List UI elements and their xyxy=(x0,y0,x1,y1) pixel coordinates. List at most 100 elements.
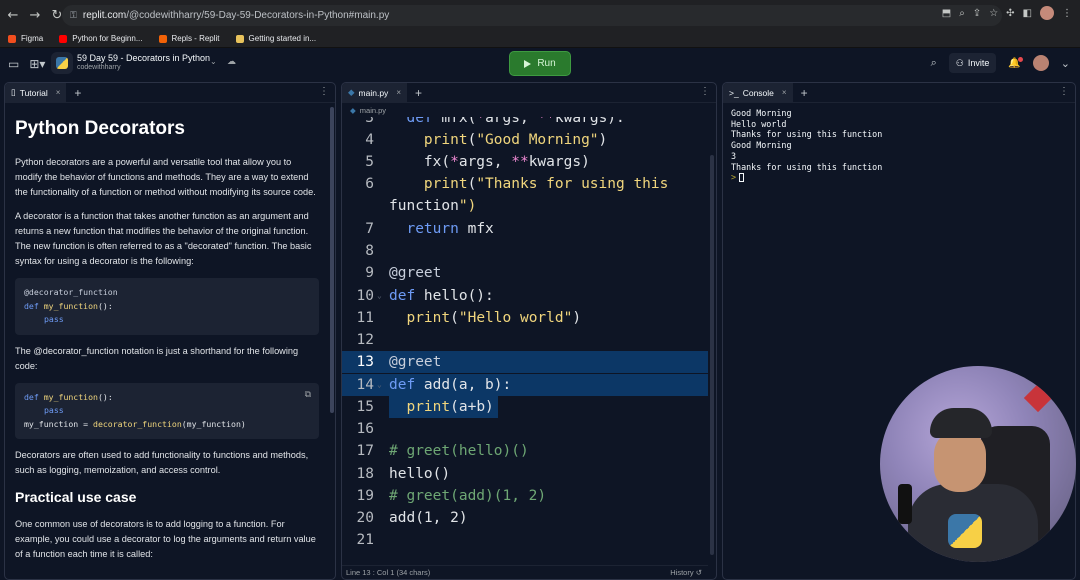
tab-main-py[interactable]: ◆ main.py × xyxy=(342,83,407,103)
line-number: 3 xyxy=(365,117,374,126)
extensions-icon[interactable]: ✣ xyxy=(1006,8,1014,19)
code-line[interactable]: 7 return mfx xyxy=(342,218,708,240)
tab-console[interactable]: >_ Console × xyxy=(723,83,793,103)
close-icon[interactable]: × xyxy=(782,88,787,97)
code-line[interactable]: 18 hello() xyxy=(342,463,708,485)
code-text: @greet xyxy=(389,354,442,370)
share-icon[interactable]: ⇪ xyxy=(973,8,981,19)
figma-icon xyxy=(8,34,16,43)
repl-title[interactable]: 59 Day 59 - Decorators in Python xyxy=(77,53,210,63)
tutorial-scrollbar[interactable] xyxy=(330,107,334,413)
bookmark-repls[interactable]: Repls - Replit xyxy=(158,34,220,43)
address-bar[interactable]: ⚿ replit.com/@codewithharry/59-Day-59-De… xyxy=(62,5,1002,26)
forward-icon[interactable]: → xyxy=(24,8,46,23)
code-line[interactable]: 15 print(a+b) xyxy=(342,396,708,419)
code-line[interactable]: 17 # greet(hello)() xyxy=(342,440,708,462)
search-icon[interactable]: ⌕ xyxy=(931,56,937,70)
add-tab-icon[interactable]: + xyxy=(415,86,422,100)
run-button[interactable]: Run xyxy=(509,51,571,76)
sidebar-toggle-icon[interactable]: ▭ xyxy=(8,57,19,71)
breadcrumb[interactable]: ◆ main.py xyxy=(342,103,716,117)
console-prompt[interactable]: > xyxy=(731,172,882,183)
code-line[interactable]: function") xyxy=(342,195,708,217)
code-text: # greet(hello)() xyxy=(389,443,529,459)
code-line[interactable]: 13 @greet xyxy=(342,351,708,374)
bookmark-star-icon[interactable]: ☆ xyxy=(989,8,998,19)
history-button[interactable]: History ↺ xyxy=(670,568,702,577)
code-text: return mfx xyxy=(406,221,494,237)
code-line[interactable]: 10 ⌄ def hello(): xyxy=(342,285,708,307)
line-number: 5 xyxy=(365,154,374,170)
code-line[interactable]: 11 print("Hello world") xyxy=(342,307,708,329)
book-icon: ▯ xyxy=(11,87,16,97)
line-number: 13 xyxy=(356,354,374,370)
more-options-icon[interactable]: ⋮ xyxy=(1059,86,1069,97)
python-logo-icon xyxy=(948,514,982,548)
replit-icon xyxy=(158,34,167,43)
editor-status-bar: Line 13 : Col 1 (34 chars) History ↺ xyxy=(342,565,708,579)
code-text: def hello(): xyxy=(389,288,494,304)
code-line[interactable]: 14 ⌄ def add(a, b): xyxy=(342,374,708,397)
bookmarks-bar: Figma Python for Beginn... Repls - Repli… xyxy=(0,30,1080,48)
code-line[interactable]: 4 print("Good Morning") xyxy=(342,129,708,151)
invite-button[interactable]: ⚇ Invite xyxy=(948,53,997,73)
line-number: 4 xyxy=(365,132,374,148)
add-tab-icon[interactable]: + xyxy=(801,86,808,100)
more-options-icon[interactable]: ⋮ xyxy=(700,86,710,97)
install-icon[interactable]: ⬒ xyxy=(942,8,951,19)
console-output[interactable]: Good Morning Hello world Thanks for using … xyxy=(731,108,882,183)
editor-scrollbar[interactable] xyxy=(710,155,714,555)
bookmark-python-beginners[interactable]: Python for Beginn... xyxy=(59,34,143,43)
user-plus-icon: ⚇ xyxy=(955,57,964,68)
browser-menu-icon[interactable]: ⋮ xyxy=(1062,8,1072,19)
code-line[interactable]: 8 xyxy=(342,240,708,262)
tutorial-tabbar: ▯ Tutorial × + ⋮ xyxy=(5,83,335,103)
sidepanel-icon[interactable]: ◧ xyxy=(1023,8,1032,19)
tutorial-paragraph: The @decorator_function notation is just… xyxy=(15,345,299,371)
code-block: @decorator_function def my_function(): p… xyxy=(15,278,319,335)
code-line[interactable]: 21 xyxy=(342,529,708,551)
code-line[interactable]: 6 print("Thanks for using this xyxy=(342,173,708,195)
console-line: Good Morning xyxy=(731,108,792,118)
code-editor[interactable]: 3 def mfx(*args, **kwargs): 4 print("Good… xyxy=(342,117,708,551)
browser-profile-avatar[interactable] xyxy=(1040,6,1054,20)
bookmark-getting-started[interactable]: Getting started in... xyxy=(235,34,316,43)
more-options-icon[interactable]: ⋮ xyxy=(319,86,329,97)
close-icon[interactable]: × xyxy=(396,88,401,97)
editor-pane: ◆ main.py × + ⋮ ◆ main.py 3 def mfx(*arg… xyxy=(341,82,717,580)
chevron-down-icon[interactable]: ⌄ xyxy=(1061,57,1070,70)
fold-chevron-icon[interactable]: ⌄ xyxy=(377,285,382,307)
tutorial-paragraph: Decorators are often used to add functio… xyxy=(15,450,309,475)
user-avatar[interactable] xyxy=(1032,55,1049,71)
browser-actions: ⬒ ⌕ ⇪ ☆ ✣ ◧ ⋮ xyxy=(942,6,1072,20)
bookmark-figma[interactable]: Figma xyxy=(8,34,43,43)
copy-icon[interactable]: ⧉ xyxy=(305,389,311,403)
microphone-icon xyxy=(898,484,912,524)
repl-owner[interactable]: codewithharry xyxy=(77,64,121,71)
python-file-icon: ◆ xyxy=(348,87,355,97)
code-text: print("Hello world") xyxy=(406,310,582,326)
code-line[interactable]: 16 xyxy=(342,418,708,440)
tutorial-pane: ▯ Tutorial × + ⋮ Python Decorators Pytho… xyxy=(4,82,336,580)
code-line[interactable]: 9 @greet xyxy=(342,262,708,284)
code-line[interactable]: 19 # greet(add)(1, 2) xyxy=(342,485,708,507)
line-number: 21 xyxy=(356,532,374,548)
code-text: print("Good Morning") xyxy=(423,132,608,148)
close-icon[interactable]: × xyxy=(56,88,61,97)
add-tab-icon[interactable]: + xyxy=(74,86,81,100)
code-line[interactable]: 12 xyxy=(342,329,708,351)
zoom-icon[interactable]: ⌕ xyxy=(959,8,965,19)
console-line: 3 xyxy=(731,150,737,161)
code-line[interactable]: 5 fx(*args, **kwargs) xyxy=(342,151,708,173)
code-text: # greet(add)(1, 2) xyxy=(389,488,547,504)
code-text: print(a+b) xyxy=(389,396,498,419)
chevron-down-icon[interactable]: ⌄ xyxy=(210,57,217,66)
fold-chevron-icon[interactable]: ⌄ xyxy=(377,374,382,396)
code-line[interactable]: 3 def mfx(*args, **kwargs): xyxy=(342,117,708,129)
tab-tutorial[interactable]: ▯ Tutorial × xyxy=(5,83,67,103)
bell-icon[interactable]: 🔔 xyxy=(1008,56,1023,69)
back-icon[interactable]: ← xyxy=(2,8,24,23)
replit-menu-icon[interactable]: ⊞▾ xyxy=(29,57,45,71)
code-line[interactable]: 20 add(1, 2) xyxy=(342,507,708,529)
code-text: hello() xyxy=(389,466,451,482)
